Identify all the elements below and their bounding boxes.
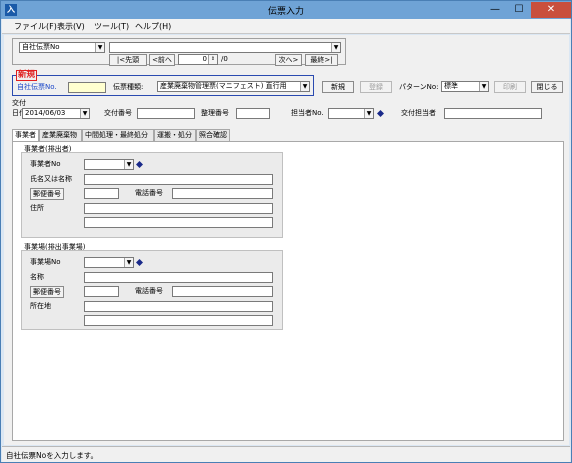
site-name-input[interactable] bbox=[84, 272, 273, 283]
site-phone-label: 電話番号 bbox=[135, 287, 163, 295]
next-record-button[interactable]: 次へ> bbox=[275, 54, 302, 66]
site-section-label: 事業場(排出事業場) bbox=[24, 243, 86, 251]
issue-section-label: 交付 bbox=[12, 99, 26, 107]
menu-bar: ファイル(F) 表示(V) ツール(T) ヘルプ(H) bbox=[2, 19, 570, 34]
discharger-zip-input[interactable] bbox=[84, 188, 119, 199]
spin-icon[interactable]: ⇕ bbox=[208, 55, 217, 64]
close-window-button[interactable]: ✕ bbox=[531, 2, 571, 18]
site-zip-button[interactable]: 郵便番号 bbox=[30, 286, 64, 298]
new-button[interactable]: 新規 bbox=[322, 81, 354, 93]
last-record-button[interactable]: 最終>| bbox=[305, 54, 338, 66]
search-type-value: 自社伝票No bbox=[22, 43, 60, 51]
register-button[interactable]: 登録 bbox=[360, 81, 392, 93]
site-address1-input[interactable] bbox=[84, 301, 273, 312]
staff-no-combo[interactable]: ▼ bbox=[328, 108, 374, 119]
status-bar: 自社伝票Noを入力します。 bbox=[2, 446, 570, 462]
page-total-label: /0 bbox=[221, 55, 228, 63]
issuer-label: 交付担当者 bbox=[401, 109, 436, 117]
discharger-name-label: 氏名又は名称 bbox=[30, 175, 72, 183]
chevron-down-icon[interactable]: ▼ bbox=[124, 258, 133, 267]
chevron-down-icon[interactable]: ▼ bbox=[364, 109, 373, 118]
site-no-label: 事業場No bbox=[30, 258, 61, 266]
discharger-no-label: 事業者No bbox=[30, 160, 61, 168]
mode-badge: 新規 bbox=[16, 70, 38, 81]
tab-industrial-waste[interactable]: 産業廃棄物 bbox=[39, 129, 82, 141]
site-address2-input[interactable] bbox=[84, 315, 273, 326]
menu-view[interactable]: 表示(V) bbox=[57, 21, 85, 32]
pattern-combo[interactable]: 標準 ▼ bbox=[441, 81, 489, 92]
chevron-down-icon[interactable]: ▼ bbox=[80, 109, 89, 118]
issue-no-label: 交付番号 bbox=[104, 109, 132, 117]
discharger-phone-input[interactable] bbox=[172, 188, 273, 199]
discharger-phone-label: 電話番号 bbox=[135, 189, 163, 197]
issue-no-input[interactable] bbox=[137, 108, 195, 119]
close-button[interactable]: 閉じる bbox=[531, 81, 563, 93]
discharger-zip-button[interactable]: 郵便番号 bbox=[30, 188, 64, 200]
page-number-field[interactable]: 0 ⇕ bbox=[178, 54, 218, 65]
issuer-input[interactable] bbox=[444, 108, 542, 119]
menu-file[interactable]: ファイル(F) bbox=[14, 21, 57, 32]
discharger-address1-input[interactable] bbox=[84, 203, 273, 214]
lookup-diamond-icon[interactable] bbox=[377, 110, 384, 117]
page-number-value: 0 bbox=[202, 55, 207, 63]
slip-type-combo[interactable]: 産業廃棄物管理票(マニフェスト) 直行用 ▼ bbox=[157, 81, 310, 92]
chevron-down-icon[interactable]: ▼ bbox=[124, 160, 133, 169]
site-section: 事業場(排出事業場) 事業場No ▼ 名称 郵便番号 電話番号 所在地 bbox=[21, 243, 283, 330]
chevron-down-icon[interactable]: ▼ bbox=[479, 82, 488, 91]
search-type-combo[interactable]: 自社伝票No ▼ bbox=[19, 42, 105, 53]
slip-header-group: 新規 自社伝票No. 伝票種類: 産業廃棄物管理票(マニフェスト) 直行用 ▼ bbox=[12, 70, 314, 96]
site-name-label: 名称 bbox=[30, 273, 44, 281]
chevron-down-icon[interactable]: ▼ bbox=[95, 43, 104, 52]
discharger-name-input[interactable] bbox=[84, 174, 273, 185]
site-zip-input[interactable] bbox=[84, 286, 119, 297]
search-value-combo[interactable]: ▼ bbox=[109, 42, 341, 53]
minimize-button[interactable]: — bbox=[483, 2, 507, 18]
site-address-label: 所在地 bbox=[30, 302, 51, 310]
search-nav-group: 自社伝票No ▼ ▼ |<先頭 <前へ 0 ⇕ /0 次へ> 最終>| bbox=[12, 38, 346, 66]
own-slip-no-label: 自社伝票No. bbox=[17, 83, 57, 91]
pattern-value: 標準 bbox=[444, 82, 458, 90]
pattern-no-label: パターンNo: bbox=[399, 83, 439, 91]
discharger-section-label: 事業者(排出者) bbox=[24, 145, 72, 153]
tab-panel-business: 事業者(排出者) 事業者No ▼ 氏名又は名称 郵便番号 電話番号 住所 事業場… bbox=[12, 141, 564, 441]
site-phone-input[interactable] bbox=[172, 286, 273, 297]
print-button[interactable]: 印刷 bbox=[494, 81, 526, 93]
discharger-section: 事業者(排出者) 事業者No ▼ 氏名又は名称 郵便番号 電話番号 住所 bbox=[21, 145, 283, 238]
lookup-diamond-icon[interactable] bbox=[136, 259, 143, 266]
tab-verification[interactable]: 照合確認 bbox=[196, 129, 230, 141]
lookup-diamond-icon[interactable] bbox=[136, 161, 143, 168]
menu-tools[interactable]: ツール(T) bbox=[94, 21, 129, 32]
discharger-address2-input[interactable] bbox=[84, 217, 273, 228]
issue-date-picker[interactable]: 2014/06/03 ▼ bbox=[22, 108, 90, 119]
slip-type-value: 産業廃棄物管理票(マニフェスト) 直行用 bbox=[160, 82, 287, 90]
issue-date-value: 2014/06/03 bbox=[25, 109, 66, 117]
sort-no-label: 整理番号 bbox=[201, 109, 229, 117]
sort-no-input[interactable] bbox=[236, 108, 270, 119]
discharger-address-label: 住所 bbox=[30, 204, 44, 212]
main-window: 入 伝票入力 — ☐ ✕ ファイル(F) 表示(V) ツール(T) ヘルプ(H)… bbox=[0, 0, 572, 463]
prev-record-button[interactable]: <前へ bbox=[149, 54, 175, 66]
slip-type-label: 伝票種類: bbox=[113, 83, 144, 91]
menu-help[interactable]: ヘルプ(H) bbox=[135, 21, 171, 32]
chevron-down-icon[interactable]: ▼ bbox=[331, 43, 340, 52]
staff-no-label: 担当者No. bbox=[291, 109, 324, 117]
discharger-no-combo[interactable]: ▼ bbox=[84, 159, 134, 170]
status-message: 自社伝票Noを入力します。 bbox=[6, 451, 98, 460]
client-area: 自社伝票No ▼ ▼ |<先頭 <前へ 0 ⇕ /0 次へ> 最終>| 新規 自… bbox=[4, 35, 569, 445]
chevron-down-icon[interactable]: ▼ bbox=[300, 82, 309, 91]
site-no-combo[interactable]: ▼ bbox=[84, 257, 134, 268]
tab-transport-disposal[interactable]: 運搬・処分 bbox=[154, 129, 196, 141]
first-record-button[interactable]: |<先頭 bbox=[109, 54, 147, 66]
title-bar[interactable]: 入 伝票入力 — ☐ ✕ bbox=[1, 1, 571, 19]
maximize-button[interactable]: ☐ bbox=[507, 2, 531, 18]
tab-intermediate-final[interactable]: 中間処理・最終処分 bbox=[82, 129, 154, 141]
own-slip-no-input[interactable] bbox=[68, 82, 106, 93]
